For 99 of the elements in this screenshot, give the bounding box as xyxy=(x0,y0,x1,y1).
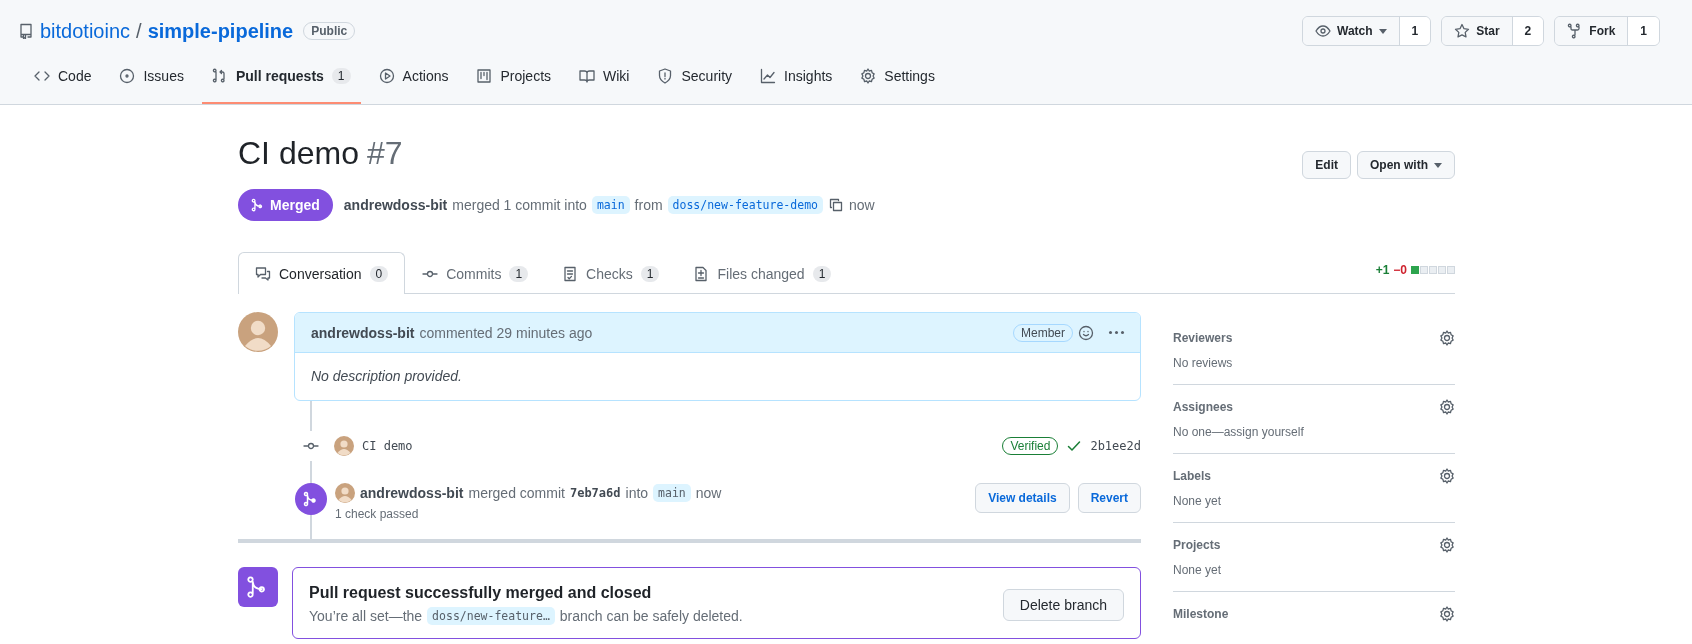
caret-icon xyxy=(1378,28,1387,34)
comment-time: commented 29 minutes ago xyxy=(419,324,593,341)
pr-tab[interactable]: Commits 1 xyxy=(405,252,546,294)
repo-nav-tab[interactable]: Insights xyxy=(750,50,843,104)
pulls-icon xyxy=(211,68,228,84)
checks-status: 1 check passed xyxy=(335,507,420,521)
repo-owner-link[interactable]: bitdotioinc xyxy=(40,19,131,43)
merge-status-title: Pull request successfully merged and closed xyxy=(309,584,653,602)
sidebar-heading[interactable]: Assignees xyxy=(1173,400,1234,414)
avatar-icon xyxy=(335,483,355,503)
merge-status-text: You’re all set—the xyxy=(309,608,423,624)
checklist-icon xyxy=(562,265,579,282)
sidebar-heading[interactable]: Projects xyxy=(1173,538,1221,552)
sidebar-heading[interactable]: Labels xyxy=(1173,469,1211,483)
issues-icon xyxy=(119,68,136,84)
pr-tab[interactable]: Conversation 0 xyxy=(238,252,406,294)
sidebar-heading[interactable]: Milestone xyxy=(1173,607,1229,621)
star-button[interactable]: Star xyxy=(1442,17,1513,45)
check-icon xyxy=(1066,438,1083,454)
smiley-icon xyxy=(1078,324,1094,341)
count-badge: 0 xyxy=(369,265,389,282)
settings-icon xyxy=(860,68,877,84)
insights-icon xyxy=(760,68,777,84)
repo-nav-tab[interactable]: Settings xyxy=(850,50,945,104)
into-text: into xyxy=(625,485,649,501)
repo-nav-tab[interactable]: Wiki xyxy=(569,50,640,104)
pr-tab[interactable]: Checks 1 xyxy=(545,252,677,294)
pr-title: CI demo xyxy=(238,135,359,172)
settings-icon xyxy=(1439,606,1455,622)
merge-status-text: branch can be safely deleted. xyxy=(559,608,743,624)
head-branch-label[interactable]: doss/new-feature-demo xyxy=(667,196,823,214)
file-diff-icon xyxy=(693,265,710,282)
settings-icon xyxy=(1439,399,1455,415)
base-branch-label[interactable]: main xyxy=(591,196,630,214)
settings-icon xyxy=(1439,468,1455,484)
merge-time: now xyxy=(849,197,875,213)
sidebar-value: No one—assign yourself xyxy=(1173,425,1305,439)
diffstat-bar xyxy=(1411,266,1455,274)
repo-name-link[interactable]: simple-pipeline xyxy=(147,19,294,43)
star-icon xyxy=(1454,23,1471,39)
avatar-icon xyxy=(334,436,354,456)
commit-message[interactable]: CI demo xyxy=(362,439,413,453)
repo-nav-tab[interactable]: Code xyxy=(24,50,102,104)
count-badge: 1 xyxy=(640,265,660,282)
repo-nav-tab[interactable]: Issues xyxy=(109,50,194,104)
eye-icon xyxy=(1315,23,1331,39)
security-icon xyxy=(657,68,674,84)
path-separator: / xyxy=(136,19,142,43)
star-count[interactable]: 2 xyxy=(1512,17,1544,45)
copy-icon xyxy=(828,197,844,213)
commit-sha[interactable]: 2b1ee2d xyxy=(1090,439,1141,453)
fork-count[interactable]: 1 xyxy=(1628,17,1659,45)
fork-button[interactable]: Fork xyxy=(1555,17,1629,45)
repo-icon xyxy=(18,23,34,39)
sidebar-value: None yet xyxy=(1173,563,1223,577)
more-options-icon[interactable] xyxy=(1109,331,1124,334)
author-link[interactable]: andrewdoss-bit xyxy=(343,197,448,213)
repo-nav-tab[interactable]: Security xyxy=(647,50,743,104)
speech-bubbles-icon xyxy=(255,265,271,282)
merged-status-badge: Merged xyxy=(238,189,333,221)
repo-nav-tab[interactable]: Projects xyxy=(466,50,562,104)
branch-label[interactable]: doss/new-feature… xyxy=(427,607,555,625)
additions-count: +1 xyxy=(1375,263,1390,277)
count-badge: 1 xyxy=(509,265,529,282)
wiki-icon xyxy=(579,68,596,84)
merge-summary: merged 1 commit into xyxy=(452,197,587,213)
settings-icon xyxy=(1439,537,1455,553)
merge-commit-sha[interactable]: 7eb7a6d xyxy=(569,486,621,500)
comment-body: No description provided. xyxy=(310,367,463,386)
revert-button[interactable]: Revert xyxy=(1077,483,1141,513)
sidebar-value: No reviews xyxy=(1173,356,1234,370)
repo-nav-tab[interactable]: Actions xyxy=(368,50,459,104)
comment-author[interactable]: andrewdoss-bit xyxy=(311,324,415,341)
pr-tab[interactable]: Files changed 1 xyxy=(676,252,849,294)
caret-icon xyxy=(1434,162,1442,168)
deletions-count: −0 xyxy=(1393,263,1407,277)
settings-icon xyxy=(1439,330,1455,346)
open-with-button[interactable]: Open with xyxy=(1357,151,1455,179)
merge-icon xyxy=(251,198,265,212)
merge-verb: merged commit xyxy=(468,485,565,501)
projects-icon xyxy=(476,68,493,84)
merge-glyph-icon xyxy=(303,491,319,507)
view-details-button[interactable]: View details xyxy=(975,483,1070,513)
watch-button[interactable]: Watch xyxy=(1303,17,1400,45)
merge-time: now xyxy=(695,485,722,501)
sidebar-value: None yet xyxy=(1173,494,1223,508)
avatar-icon xyxy=(238,312,278,352)
edit-button[interactable]: Edit xyxy=(1302,151,1351,179)
repo-nav-tab[interactable]: Pull requests 1 xyxy=(201,50,361,104)
count-badge: 1 xyxy=(812,265,832,282)
from-text: from xyxy=(634,197,663,213)
actions-icon xyxy=(378,68,395,84)
delete-branch-button[interactable]: Delete branch xyxy=(1002,588,1124,621)
merge-author[interactable]: andrewdoss-bit xyxy=(360,485,464,501)
watch-count[interactable]: 1 xyxy=(1399,17,1431,45)
branch-label[interactable]: main xyxy=(653,484,691,502)
count-badge: 1 xyxy=(331,68,351,84)
pr-number: #7 xyxy=(366,135,403,172)
sidebar-heading[interactable]: Reviewers xyxy=(1173,331,1233,345)
